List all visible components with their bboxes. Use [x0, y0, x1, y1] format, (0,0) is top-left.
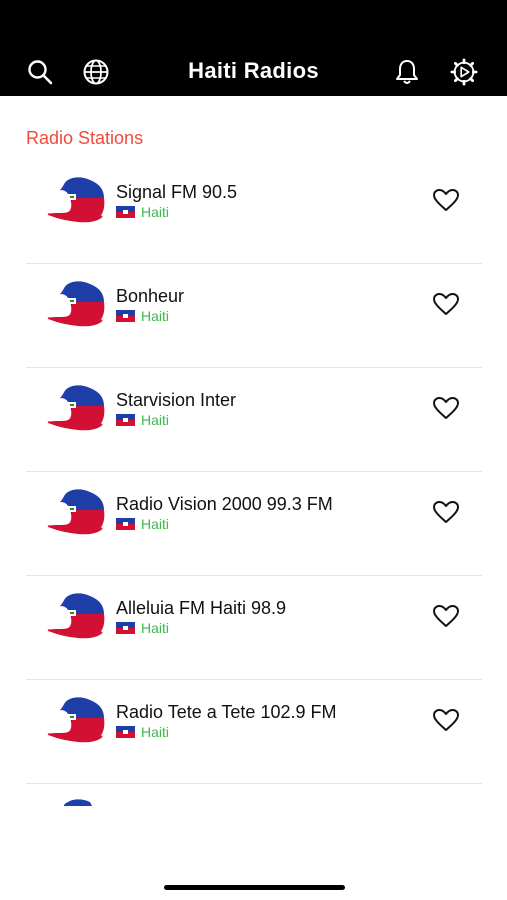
heart-icon[interactable] [432, 396, 460, 420]
station-country: Haiti [116, 724, 169, 740]
haiti-flag-icon [116, 206, 135, 218]
country-label: Haiti [141, 620, 170, 636]
country-label: Haiti [141, 204, 170, 220]
top-bar: Haiti Radios [0, 0, 507, 96]
station-country: Haiti [116, 412, 169, 428]
app-title: Haiti Radios [188, 58, 319, 83]
bell-icon[interactable] [393, 58, 421, 86]
station-row[interactable]: Bonheur Haiti [26, 264, 482, 368]
heart-icon[interactable] [432, 708, 460, 732]
station-country: Haiti [116, 204, 169, 220]
station-country: Haiti [116, 620, 169, 636]
station-logo-partial [64, 799, 92, 806]
station-country: Haiti [116, 516, 169, 532]
settings-play-icon[interactable] [450, 58, 478, 86]
heart-icon[interactable] [432, 604, 460, 628]
haiti-flag-icon [116, 518, 135, 530]
station-list: Signal FM 90.5 Haiti Bonheur Haiti Starv… [26, 160, 482, 784]
station-logo-haiti-map [47, 385, 105, 431]
station-row[interactable]: Signal FM 90.5 Haiti [26, 160, 482, 264]
station-name: Alleluia FM Haiti 98.9 [116, 598, 287, 618]
station-name: Radio Vision 2000 99.3 FM [116, 494, 333, 514]
home-indicator[interactable] [164, 885, 345, 890]
station-logo-haiti-map [47, 593, 105, 639]
station-logo-haiti-map [47, 697, 105, 743]
station-row[interactable]: Starvision Inter Haiti [26, 368, 482, 472]
station-name: Starvision Inter [116, 390, 237, 410]
station-logo-haiti-map [47, 177, 105, 223]
station-country: Haiti [116, 308, 169, 324]
station-logo-haiti-map [47, 281, 105, 327]
heart-icon[interactable] [432, 292, 460, 316]
country-label: Haiti [141, 308, 170, 324]
heart-icon[interactable] [432, 188, 460, 212]
station-row[interactable]: Radio Tete a Tete 102.9 FM Haiti [26, 680, 482, 784]
country-label: Haiti [141, 724, 170, 740]
station-row[interactable]: Alleluia FM Haiti 98.9 Haiti [26, 576, 482, 680]
section-title: Radio Stations [26, 128, 144, 148]
haiti-flag-icon [116, 310, 135, 322]
station-row[interactable]: Radio Vision 2000 99.3 FM Haiti [26, 472, 482, 576]
haiti-flag-icon [116, 414, 135, 426]
country-label: Haiti [141, 412, 170, 428]
station-name: Bonheur [116, 286, 185, 306]
station-logo-haiti-map [47, 489, 105, 535]
country-label: Haiti [141, 516, 170, 532]
station-name: Radio Tete a Tete 102.9 FM [116, 702, 337, 722]
haiti-flag-icon [116, 726, 135, 738]
heart-icon[interactable] [432, 500, 460, 524]
haiti-flag-icon [116, 622, 135, 634]
station-name: Signal FM 90.5 [116, 182, 238, 202]
